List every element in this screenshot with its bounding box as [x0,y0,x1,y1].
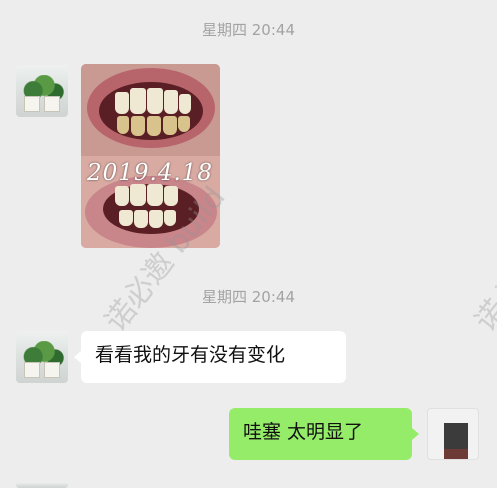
message-timestamp: 星期四 20:44 [202,288,295,306]
watermark: 诺必邀 build [468,180,497,339]
outgoing-message-bubble[interactable]: 哇塞 太明显了 [229,408,412,460]
teeth-photo-message[interactable]: 2019.4.18 [81,64,220,248]
contact-avatar[interactable] [16,482,68,488]
contact-avatar[interactable] [16,65,68,117]
contact-avatar[interactable] [16,331,68,383]
teeth-photo-before [81,64,220,156]
message-timestamp: 星期四 20:44 [202,21,295,39]
incoming-message-bubble[interactable]: 看看我的牙有没有变化 [81,331,346,383]
self-avatar[interactable] [427,408,479,460]
avatar-square-icon [444,423,468,449]
photo-date-label: 2019.4.18 [87,160,214,186]
